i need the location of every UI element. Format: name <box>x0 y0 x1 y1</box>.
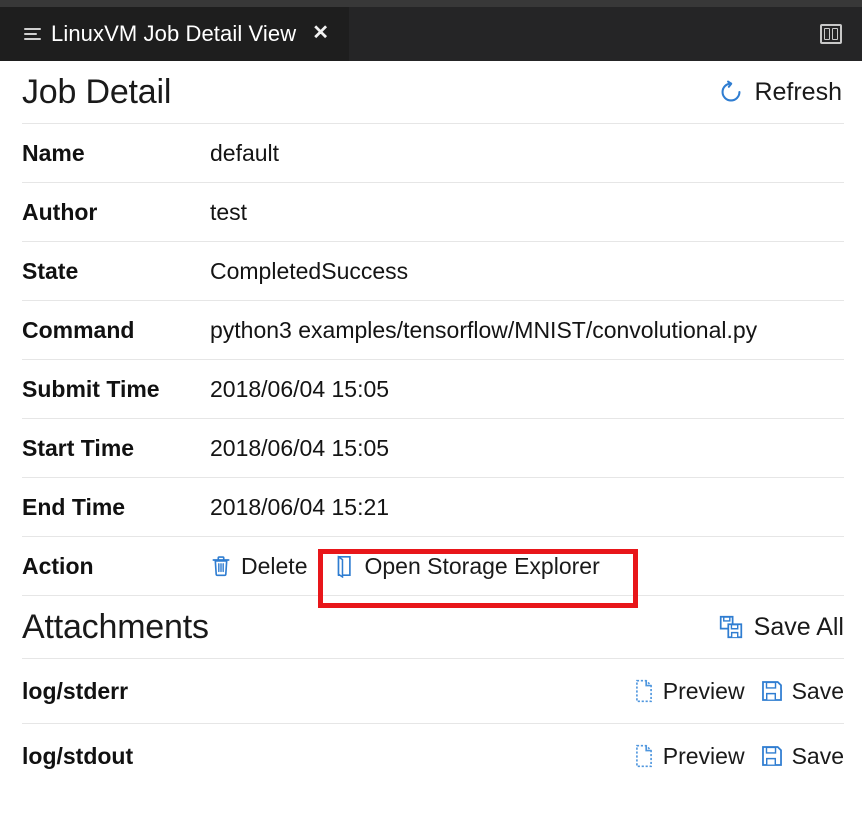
tab-bar-actions <box>820 7 862 61</box>
save-button[interactable]: Save <box>761 678 844 705</box>
row-value-end-time: 2018/06/04 15:21 <box>210 493 390 520</box>
row-value-author: test <box>210 198 248 225</box>
list-lines-icon <box>24 28 41 40</box>
row-value-start-time: 2018/06/04 15:05 <box>210 434 390 461</box>
tab-bar-spacer <box>349 7 820 61</box>
table-row-action: Action Delete Open Storage Explorer <box>22 537 844 596</box>
open-folder-icon <box>333 554 355 578</box>
editor-tab-bar: LinuxVM Job Detail View ✕ <box>0 7 862 61</box>
row-value-name: default <box>210 139 280 166</box>
table-row: Name default <box>22 124 844 183</box>
page-title: Job Detail <box>22 73 172 111</box>
tab-title: LinuxVM Job Detail View <box>51 21 297 46</box>
split-editor-icon[interactable] <box>820 24 842 44</box>
attachment-name: log/stderr <box>22 677 129 704</box>
table-row: Start Time 2018/06/04 15:05 <box>22 419 844 478</box>
job-detail-header: Job Detail Refresh <box>22 61 844 123</box>
preview-file-icon <box>634 744 654 768</box>
delete-button[interactable]: Delete <box>210 553 307 580</box>
refresh-button[interactable]: Refresh <box>718 78 842 107</box>
table-row: Command python3 examples/tensorflow/MNIS… <box>22 301 844 360</box>
preview-button[interactable]: Preview <box>634 743 745 770</box>
row-label-action: Action <box>22 552 94 579</box>
preview-label: Preview <box>662 742 745 769</box>
row-label-name: Name <box>22 139 85 166</box>
row-value-state: CompletedSuccess <box>210 257 409 284</box>
row-label-start-time: Start Time <box>22 434 135 461</box>
row-label-author: Author <box>22 198 98 225</box>
job-detail-panel: Job Detail Refresh Name default Author t… <box>0 61 862 788</box>
list-item: log/stdout Preview Save <box>22 724 844 788</box>
app-window: LinuxVM Job Detail View ✕ Job Detail Ref… <box>0 0 862 830</box>
attachment-actions: Preview Save <box>634 678 844 705</box>
table-row: Author test <box>22 183 844 242</box>
attachments-title: Attachments <box>22 608 209 646</box>
refresh-icon <box>718 79 744 105</box>
save-label: Save <box>791 742 844 769</box>
list-item: log/stderr Preview Save <box>22 659 844 724</box>
refresh-label: Refresh <box>754 77 842 106</box>
row-value-command: python3 examples/tensorflow/MNIST/convol… <box>210 316 758 343</box>
preview-file-icon <box>634 679 654 703</box>
trash-icon <box>210 554 232 578</box>
row-label-end-time: End Time <box>22 493 126 520</box>
delete-label: Delete <box>241 552 308 579</box>
save-floppy-icon <box>761 680 783 702</box>
save-label: Save <box>791 677 844 704</box>
open-storage-explorer-label: Open Storage Explorer <box>364 552 600 579</box>
table-row: End Time 2018/06/04 15:21 <box>22 478 844 537</box>
open-storage-explorer-button[interactable]: Open Storage Explorer <box>333 552 600 580</box>
save-floppy-icon <box>761 745 783 767</box>
attachments-header: Attachments Save All <box>22 596 844 659</box>
attachment-name: log/stdout <box>22 742 134 769</box>
preview-label: Preview <box>662 677 745 704</box>
save-button[interactable]: Save <box>761 743 844 770</box>
table-row: Submit Time 2018/06/04 15:05 <box>22 360 844 419</box>
row-label-submit-time: Submit Time <box>22 375 160 402</box>
save-all-label: Save All <box>753 612 844 641</box>
save-all-icon <box>718 614 744 640</box>
row-value-action: Delete Open Storage Explorer <box>210 553 600 580</box>
row-label-state: State <box>22 257 79 284</box>
table-row: State CompletedSuccess <box>22 242 844 301</box>
row-value-submit-time: 2018/06/04 15:05 <box>210 375 390 402</box>
row-label-command: Command <box>22 316 135 343</box>
window-top-strip <box>0 0 862 7</box>
preview-button[interactable]: Preview <box>634 678 745 705</box>
close-icon[interactable]: ✕ <box>306 21 335 47</box>
attachment-actions: Preview Save <box>634 743 844 770</box>
tab-linuxvm-job-detail-view[interactable]: LinuxVM Job Detail View ✕ <box>0 7 349 61</box>
save-all-button[interactable]: Save All <box>718 613 844 642</box>
